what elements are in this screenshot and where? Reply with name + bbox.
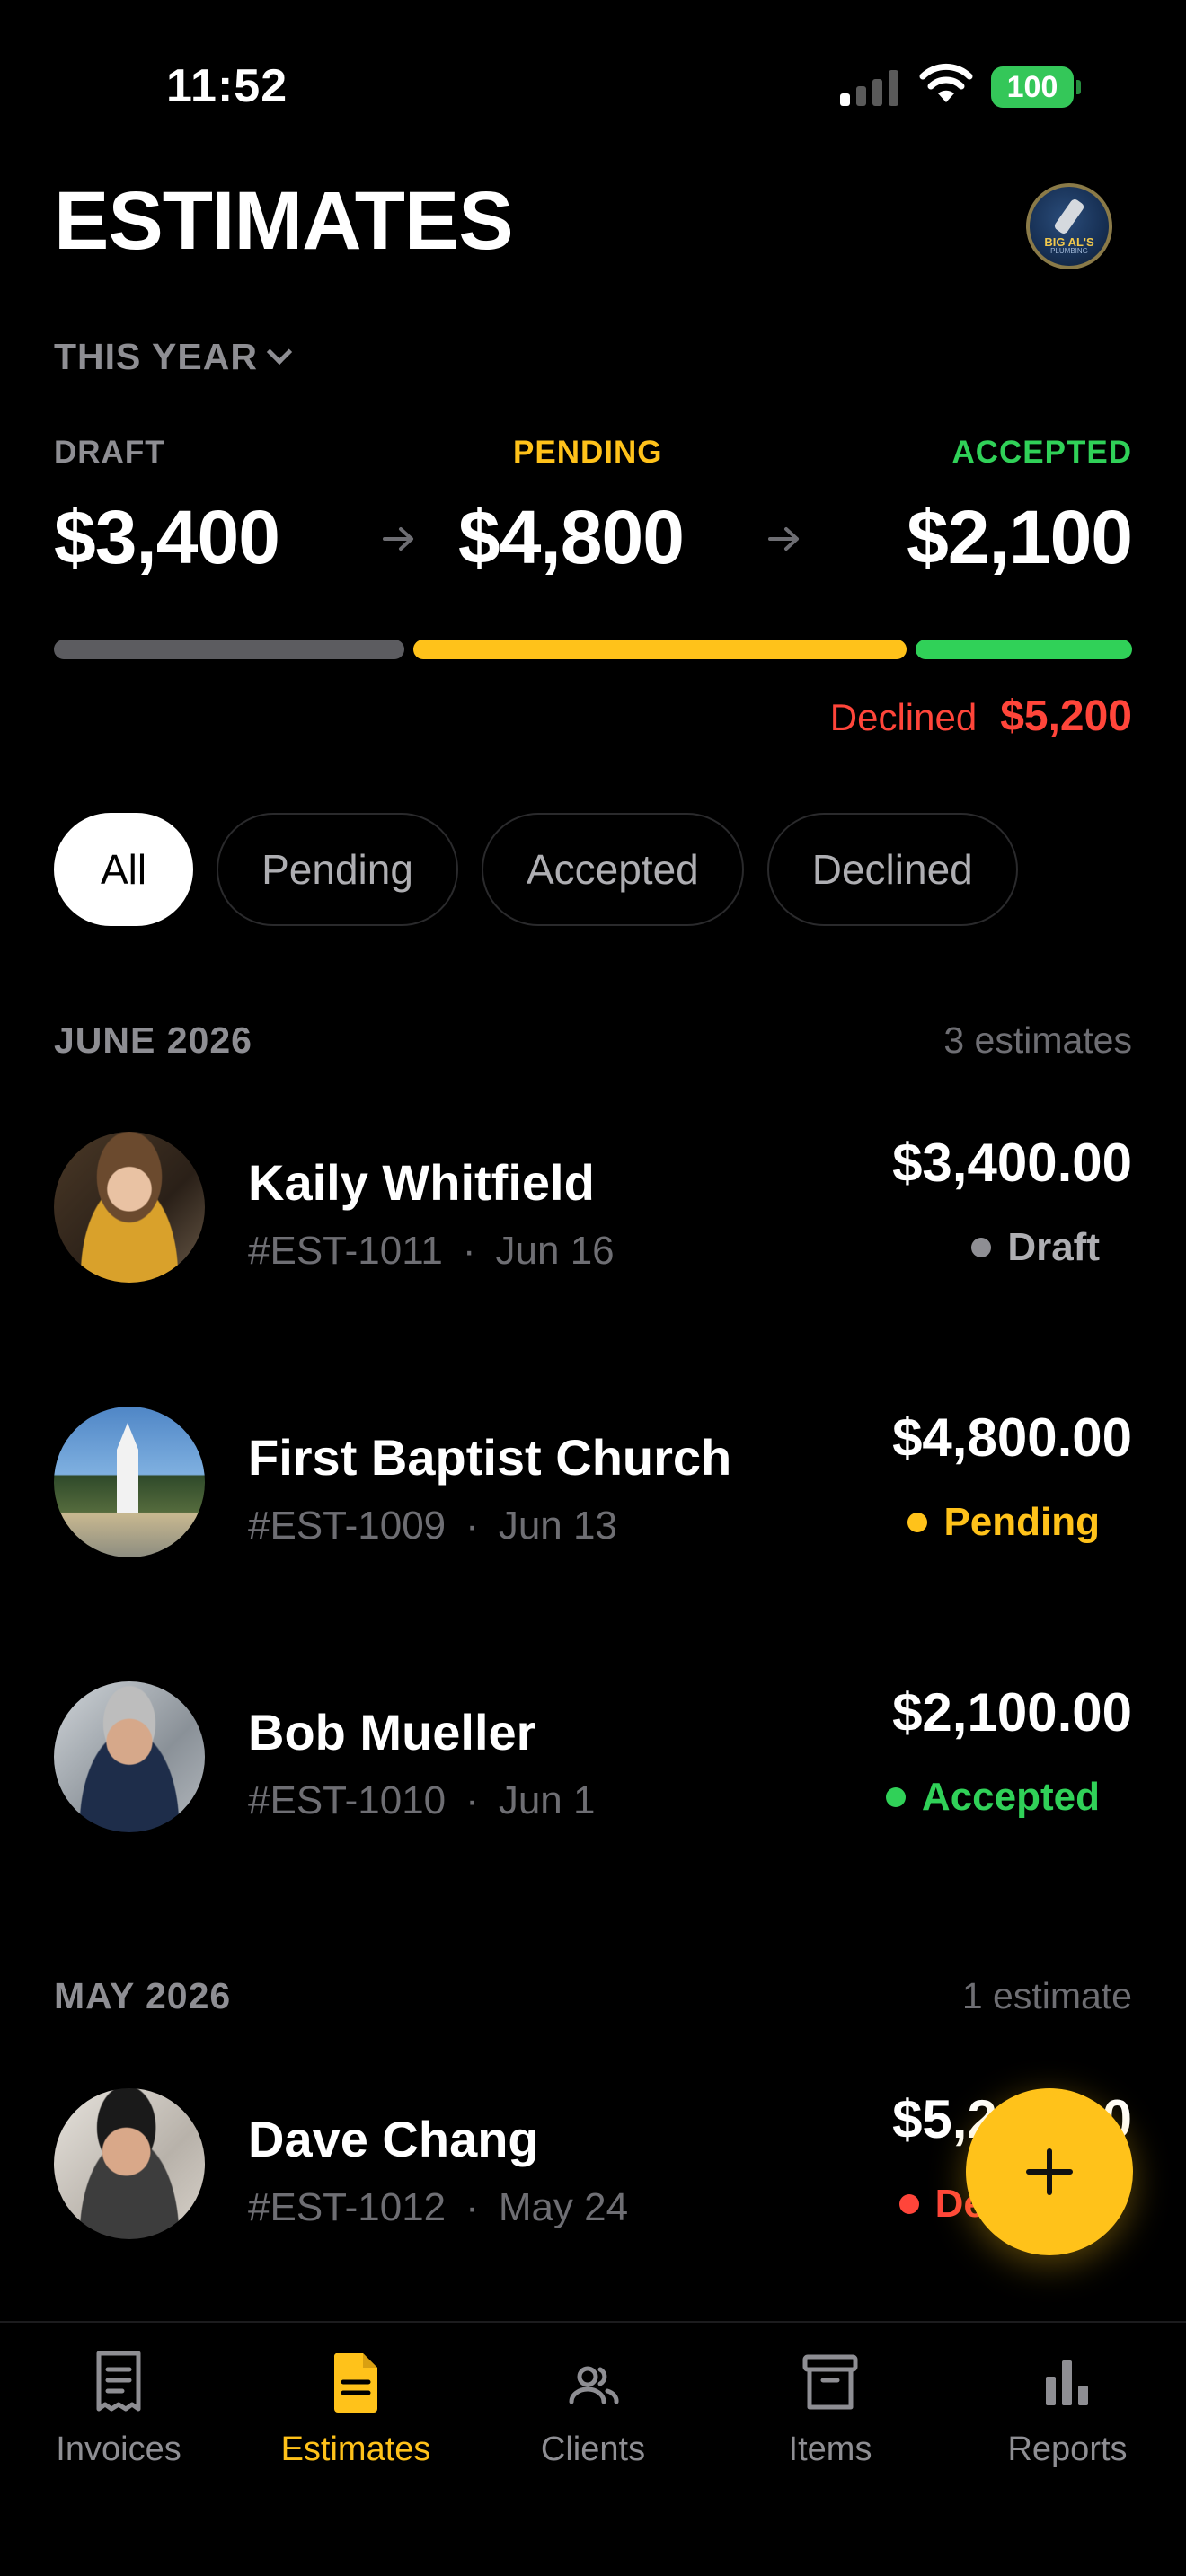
meta-separator: · — [465, 2185, 479, 2229]
status-dot — [971, 1238, 992, 1257]
section-title: JUNE 2026 — [54, 1019, 252, 1061]
business-logo-avatar[interactable]: BIG AL'S PLUMBING — [1026, 183, 1112, 269]
client-name: Dave Chang — [248, 2111, 539, 2167]
arrow-right-icon — [768, 527, 799, 551]
client-name: Kaily Whitfield — [248, 1154, 595, 1211]
estimate-date: Jun 16 — [495, 1229, 615, 1273]
status-dot — [885, 1787, 906, 1807]
estimate-number: #EST-1009 — [248, 1504, 447, 1548]
progress-segment-draft — [54, 640, 404, 659]
pending-total: $4,800 — [458, 495, 685, 579]
tab-estimates[interactable]: Estimates — [257, 2350, 455, 2469]
tab-reports[interactable]: Reports — [969, 2350, 1166, 2469]
chevron-down-icon — [266, 339, 293, 365]
period-label: THIS YEAR — [54, 336, 258, 377]
meta-separator: · — [465, 1504, 479, 1548]
declined-summary: Declined $5,200 — [830, 692, 1132, 741]
filter-declined[interactable]: Declined — [766, 813, 1018, 926]
estimate-row[interactable]: Bob Mueller #EST-1010 · Jun 1 $2,100.00 … — [54, 1681, 1132, 1836]
estimate-number: #EST-1011 — [248, 1229, 443, 1273]
status-dot — [898, 2194, 919, 2214]
status-dot — [907, 1513, 928, 1532]
meta-separator: · — [465, 1778, 479, 1822]
tab-items[interactable]: Items — [731, 2350, 929, 2469]
estimate-date: May 24 — [498, 2185, 629, 2229]
estimate-meta: #EST-1012 · May 24 — [248, 2185, 628, 2230]
status-time: 11:52 — [166, 60, 288, 112]
clients-icon — [569, 2366, 619, 2404]
page-title: ESTIMATES — [54, 175, 514, 267]
accepted-total: $2,100 — [907, 495, 1133, 579]
invoice-icon — [96, 2351, 141, 2412]
section-title: MAY 2026 — [54, 1975, 232, 2016]
battery-indicator: 100 — [991, 66, 1081, 108]
client-avatar — [54, 2088, 205, 2239]
estimate-date: Jun 1 — [498, 1778, 596, 1822]
estimate-amount: $3,400.00 — [892, 1133, 1132, 1193]
estimate-amount: $4,800.00 — [892, 1407, 1132, 1468]
filter-chips: All Pending Accepted Declined — [54, 813, 1018, 926]
estimate-number: #EST-1010 — [248, 1778, 447, 1822]
filter-pending[interactable]: Pending — [217, 813, 458, 926]
progress-segment-pending — [412, 640, 907, 659]
arrow-right-icon — [383, 527, 413, 551]
items-icon — [802, 2354, 858, 2410]
client-avatar — [54, 1407, 205, 1557]
meta-separator: · — [462, 1229, 476, 1273]
pending-label: PENDING — [513, 435, 663, 470]
estimate-meta: #EST-1010 · Jun 1 — [248, 1778, 595, 1823]
period-selector[interactable]: THIS YEAR — [54, 336, 293, 378]
tab-bar: Invoices Estimates Clients Items Reports — [0, 2321, 1186, 2576]
client-avatar — [54, 1132, 205, 1283]
tab-invoices[interactable]: Invoices — [20, 2350, 217, 2469]
section-count: 3 estimates — [943, 1019, 1132, 1061]
estimate-date: Jun 13 — [498, 1504, 617, 1548]
estimate-number: #EST-1012 — [248, 2185, 447, 2229]
estimate-meta: #EST-1009 · Jun 13 — [248, 1504, 617, 1548]
status-bar: 11:52 100 — [0, 0, 1186, 171]
estimate-icon — [333, 2353, 377, 2413]
wifi-icon — [919, 63, 973, 102]
client-name: First Baptist Church — [248, 1429, 732, 1486]
estimate-row[interactable]: Kaily Whitfield #EST-1011 · Jun 16 $3,40… — [54, 1132, 1132, 1286]
add-estimate-button[interactable] — [966, 2088, 1133, 2255]
cellular-signal-icon — [840, 66, 903, 106]
filter-accepted[interactable]: Accepted — [481, 813, 744, 926]
progress-segment-accepted — [916, 640, 1132, 659]
draft-total: $3,400 — [54, 495, 280, 579]
estimate-meta: #EST-1011 · Jun 16 — [248, 1229, 615, 1274]
estimate-row[interactable]: First Baptist Church #EST-1009 · Jun 13 … — [54, 1407, 1132, 1561]
client-avatar — [54, 1681, 205, 1832]
status-badge: Draft — [971, 1225, 1100, 1270]
accepted-label: ACCEPTED — [951, 435, 1132, 470]
status-badge: Accepted — [885, 1775, 1100, 1820]
section-count: 1 estimate — [961, 1975, 1132, 2016]
status-badge: Pending — [907, 1500, 1100, 1545]
reports-icon — [1046, 2360, 1088, 2405]
estimate-amount: $2,100.00 — [892, 1682, 1132, 1742]
tab-clients[interactable]: Clients — [494, 2350, 692, 2469]
declined-total: $5,200 — [1000, 693, 1132, 740]
client-name: Bob Mueller — [248, 1704, 536, 1760]
filter-all[interactable]: All — [54, 813, 194, 926]
section-header-june: JUNE 2026 3 estimates — [54, 1019, 1132, 1062]
draft-label: DRAFT — [54, 435, 165, 470]
wrench-icon — [1052, 197, 1086, 235]
declined-label: Declined — [829, 696, 978, 738]
section-header-may: MAY 2026 1 estimate — [54, 1975, 1132, 2017]
